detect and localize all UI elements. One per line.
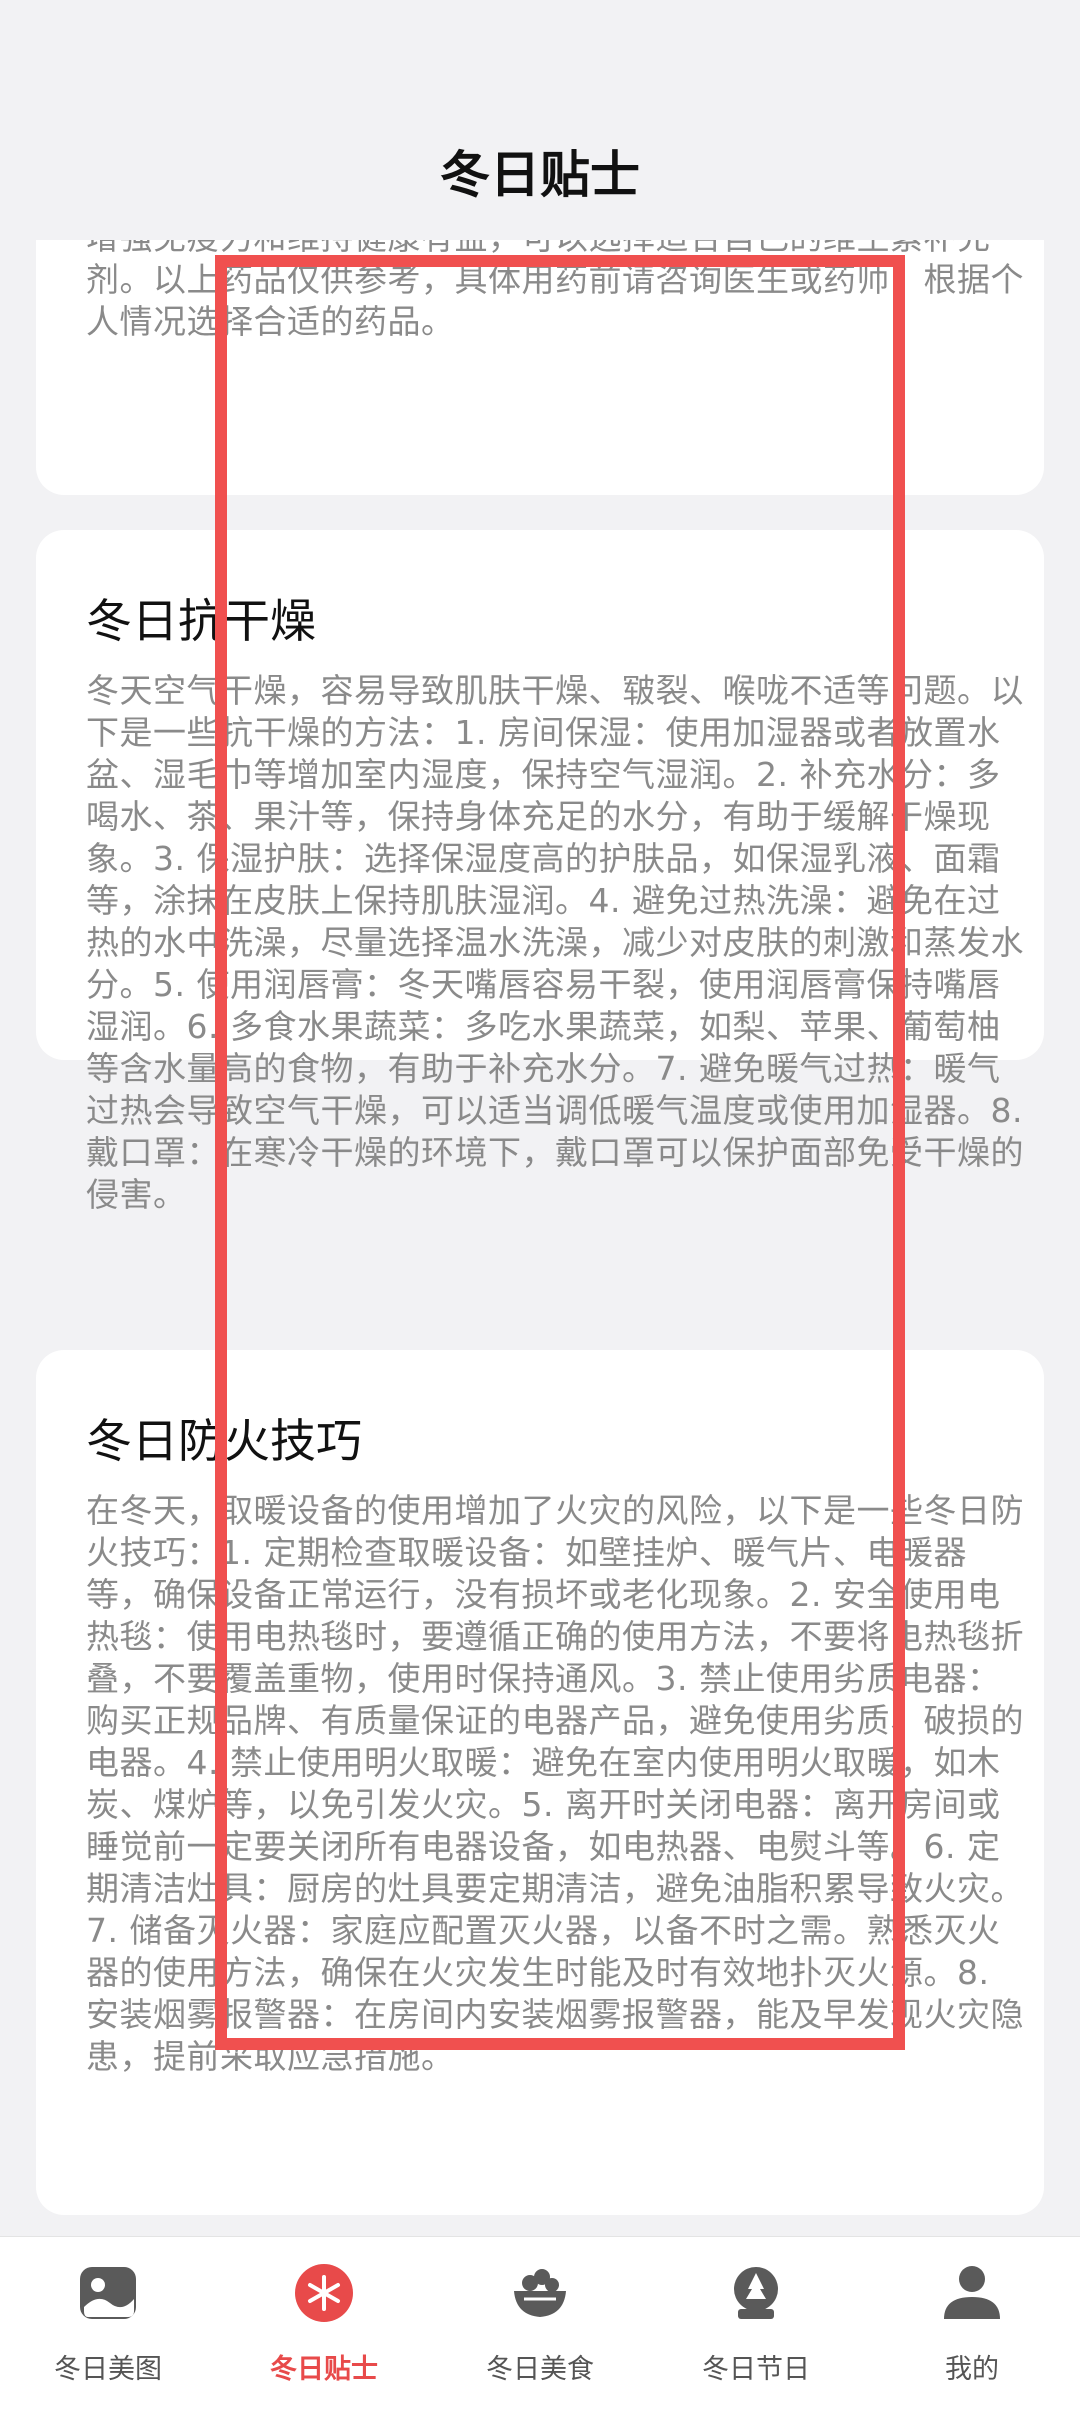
photo-icon [80,2267,136,2319]
page-title: 冬日贴士 [440,146,640,204]
tip-card-title: 冬日防火技巧 [86,1414,362,1468]
bottom-tab-bar: 冬日美图 冬日贴士 冬日美食 冬日节日 我的 [0,2236,1080,2409]
tips-scroll-area[interactable]: 的消化不良情况。8. 维生素和补剂：适当的维生素和补充对于增强免疫力和维持健康有… [0,240,1080,2236]
tab-label: 冬日美食 [486,2354,594,2385]
tab-winter-tips[interactable]: 冬日贴士 [216,2237,432,2409]
user-icon [944,2266,1000,2319]
tip-card-title: 冬日抗干燥 [86,594,316,648]
snowflake-icon [295,2264,353,2322]
tab-winter-photos[interactable]: 冬日美图 [0,2237,216,2409]
tip-card-medicine: 的消化不良情况。8. 维生素和补剂：适当的维生素和补充对于增强免疫力和维持健康有… [36,240,1044,495]
tab-profile[interactable]: 我的 [864,2237,1080,2409]
tip-card-body: 的消化不良情况。8. 维生素和补剂：适当的维生素和补充对于增强免疫力和维持健康有… [86,240,1024,341]
tip-card-anti-dryness: 冬日抗干燥 冬天空气干燥，容易导致肌肤干燥、皲裂、喉咙不适等问题。以下是一些抗干… [36,530,1044,1214]
food-bowl-icon [514,2269,566,2317]
tab-label: 我的 [945,2354,999,2385]
snow-globe-icon [734,2267,778,2319]
tab-label: 冬日贴士 [270,2354,378,2385]
tab-label: 冬日节日 [702,2354,810,2385]
tab-winter-food[interactable]: 冬日美食 [432,2237,648,2409]
tip-card-fire-safety: 冬日防火技巧 在冬天，取暖设备的使用增加了火灾的风险，以下是一些冬日防火技巧：1… [36,1350,1044,2215]
tip-card-body: 在冬天，取暖设备的使用增加了火灾的风险，以下是一些冬日防火技巧：1. 定期检查取… [86,1491,1024,2076]
tip-card-body: 冬天空气干燥，容易导致肌肤干燥、皲裂、喉咙不适等问题。以下是一些抗干燥的方法：1… [86,671,1024,1214]
tab-winter-festivals[interactable]: 冬日节日 [648,2237,864,2409]
tab-label: 冬日美图 [54,2354,162,2385]
top-bar: 冬日贴士 [0,0,1080,240]
